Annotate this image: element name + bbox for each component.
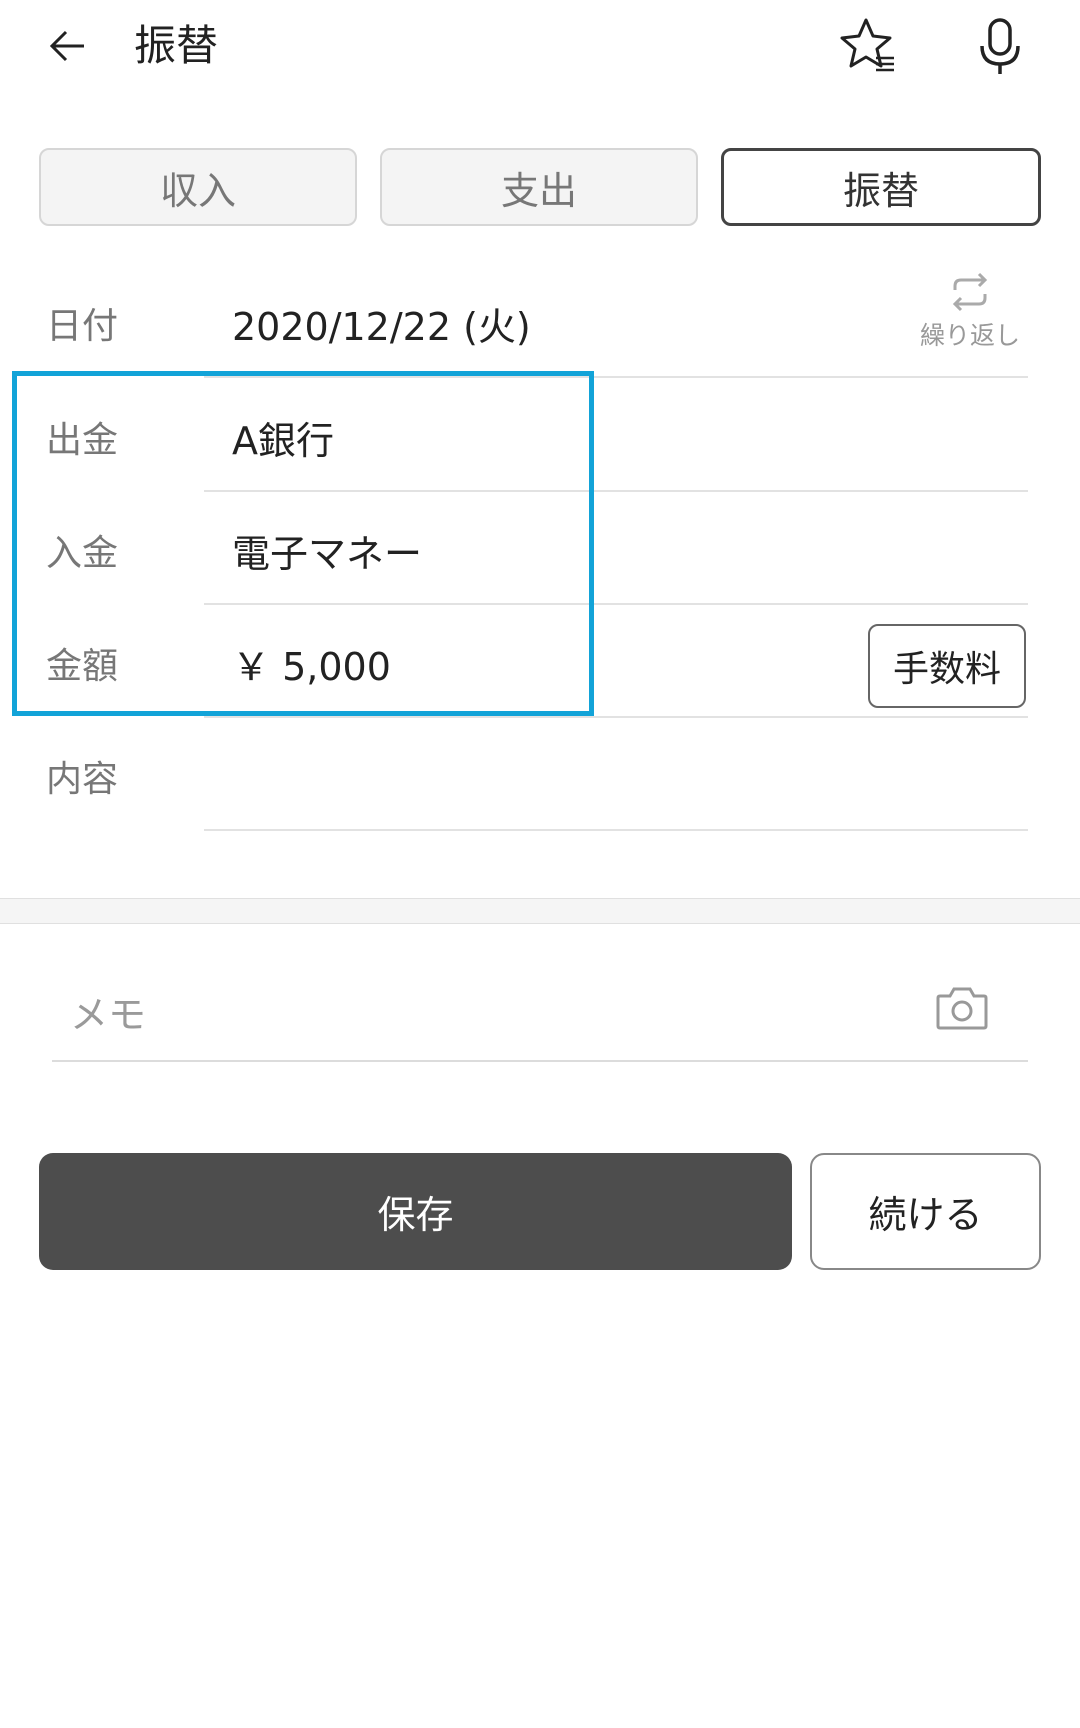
app-header: 振替: [0, 0, 1080, 100]
camera-icon: [936, 987, 988, 1030]
date-field[interactable]: 2020/12/22 (火): [232, 302, 531, 352]
microphone-icon: [980, 18, 1020, 74]
deposit-account-field[interactable]: 電子マネー: [232, 529, 422, 579]
tab-transfer[interactable]: 振替: [721, 148, 1041, 226]
content-field[interactable]: [232, 755, 1022, 805]
favorites-button[interactable]: [836, 14, 900, 78]
back-button[interactable]: [40, 18, 96, 74]
divider: [204, 490, 1028, 492]
repeat-label: 繰り返し: [919, 321, 1020, 350]
section-divider: [0, 898, 1080, 924]
voice-input-button[interactable]: [970, 14, 1030, 78]
divider: [204, 829, 1028, 831]
camera-button[interactable]: [934, 982, 990, 1034]
amount-field[interactable]: ￥ 5,000: [232, 642, 391, 692]
repeat-button[interactable]: 繰り返し: [910, 270, 1030, 366]
page-title: 振替: [134, 21, 219, 70]
withdrawal-label: 出金: [46, 420, 119, 461]
tab-income[interactable]: 収入: [39, 148, 357, 226]
divider: [204, 603, 1028, 605]
withdrawal-account-field[interactable]: A銀行: [232, 416, 334, 466]
content-label: 内容: [46, 759, 119, 800]
tab-transfer-label: 振替: [842, 168, 919, 213]
divider: [204, 376, 1028, 378]
save-button[interactable]: 保存: [39, 1153, 792, 1270]
tab-income-label: 収入: [159, 168, 236, 213]
amount-label: 金額: [46, 646, 119, 687]
repeat-icon: [952, 272, 988, 312]
tab-expense-label: 支出: [500, 168, 577, 213]
date-label: 日付: [46, 306, 119, 347]
divider: [204, 716, 1028, 718]
memo-input[interactable]: [52, 970, 1028, 1062]
tab-expense[interactable]: 支出: [380, 148, 698, 226]
continue-button[interactable]: 続ける: [810, 1153, 1041, 1270]
star-list-icon: [840, 18, 894, 72]
deposit-label: 入金: [46, 533, 119, 574]
arrow-left-icon: [49, 30, 84, 62]
fee-button[interactable]: 手数料: [868, 624, 1026, 708]
